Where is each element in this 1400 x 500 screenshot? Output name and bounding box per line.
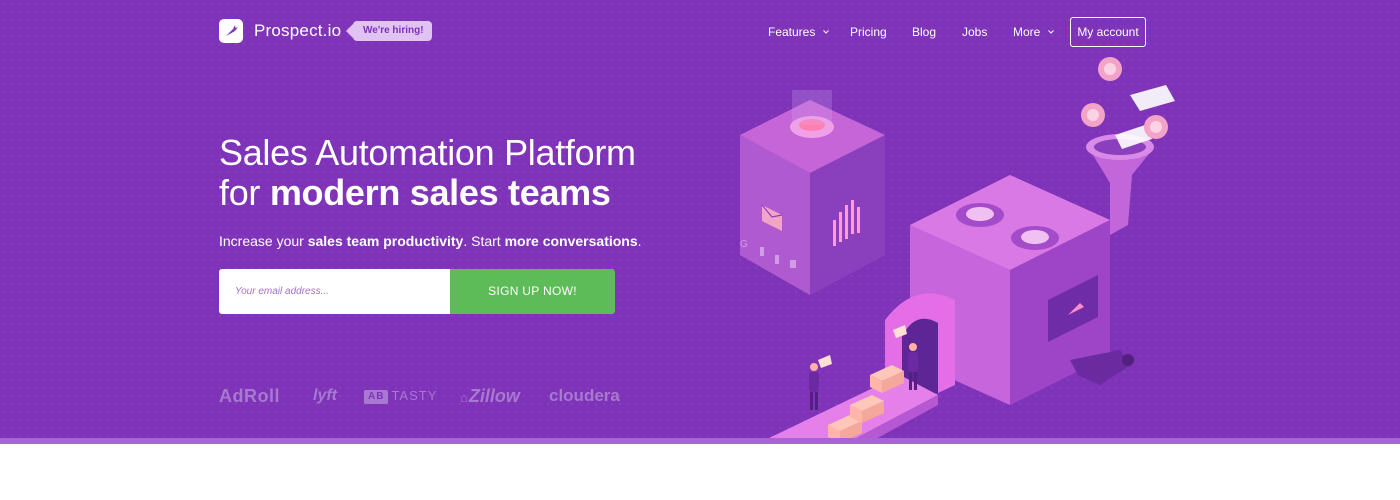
funnel xyxy=(1081,57,1175,235)
machine-tower-left: G xyxy=(740,90,885,295)
nav-item-blog[interactable]: Blog xyxy=(912,24,936,40)
headline-line-1: Sales Automation Platform xyxy=(219,132,636,173)
nav-item-label: Pricing xyxy=(850,25,887,39)
nav-item-jobs[interactable]: Jobs xyxy=(962,24,987,40)
adroll-logo: AdRoll xyxy=(219,386,280,406)
sub-text: . xyxy=(637,233,642,249)
zillow-text: Zillow xyxy=(468,386,520,406)
top-navigation: Features Pricing Blog Jobs More My accou… xyxy=(0,16,1400,48)
hero-bottom-stripe xyxy=(0,438,1400,444)
lyft-logo: lyft xyxy=(313,387,337,404)
signup-button[interactable]: SIGN UP NOW! xyxy=(450,269,615,314)
nav-item-pricing[interactable]: Pricing xyxy=(850,24,887,40)
headline-line-2: for modern sales teams xyxy=(219,173,636,213)
nav-item-more[interactable]: More xyxy=(1013,24,1055,40)
chevron-down-icon xyxy=(823,30,830,34)
tasty-text: TASTY xyxy=(391,388,438,403)
my-account-button[interactable]: My account xyxy=(1070,17,1146,47)
signup-form: SIGN UP NOW! xyxy=(219,269,615,314)
nav-item-label: More xyxy=(1013,25,1041,39)
nav-item-label: Features xyxy=(768,25,816,39)
person-figure-left xyxy=(809,355,832,410)
zillow-logo: ⌂Zillow xyxy=(460,386,520,406)
headline-emphasis: modern sales teams xyxy=(269,172,611,213)
cloudera-logo: cloudera xyxy=(549,386,620,405)
sub-emphasis: more conversations xyxy=(504,233,638,249)
sub-text: . Start xyxy=(463,233,501,249)
ab-tasty-logo: AB TASTY xyxy=(364,384,437,408)
hero-headline: Sales Automation Platform for modern sal… xyxy=(219,133,636,213)
sales-machine-illustration: G xyxy=(740,57,1175,440)
hero-section: Prospect.io We're hiring! Features Prici… xyxy=(0,0,1400,440)
sub-text: Increase your xyxy=(219,233,304,249)
nav-item-features[interactable]: Features xyxy=(768,24,830,40)
hero-subheadline: Increase your sales team productivity. S… xyxy=(219,232,642,250)
nav-item-label: Blog xyxy=(912,25,937,39)
sub-emphasis: sales team productivity xyxy=(307,233,464,249)
svg-text:G: G xyxy=(740,239,748,250)
headline-prefix: for xyxy=(219,172,261,213)
nav-item-label: Jobs xyxy=(962,25,988,39)
email-input[interactable] xyxy=(219,269,450,314)
chevron-down-icon xyxy=(1048,30,1055,34)
